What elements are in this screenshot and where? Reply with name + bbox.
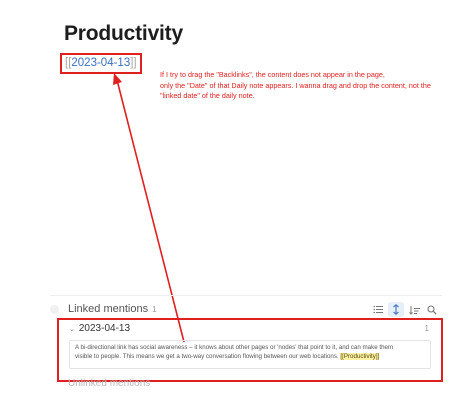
linked-mentions-count: 1 xyxy=(152,305,157,314)
reference-text-line: A bi-directional link has social awarene… xyxy=(75,344,394,351)
reference-date[interactable]: 2023-04-13 xyxy=(79,323,130,334)
section-divider xyxy=(50,295,442,296)
reference-block[interactable]: A bi-directional link has social awarene… xyxy=(69,340,431,369)
reference-text: visible to people. This means we get a t… xyxy=(75,353,341,360)
reference-count: 1 xyxy=(424,324,429,333)
annotation-arrowhead xyxy=(113,73,122,85)
search-icon[interactable] xyxy=(424,302,440,317)
filter-icon[interactable] xyxy=(406,302,422,317)
collapse-toggle[interactable] xyxy=(50,305,59,314)
linked-mentions-header: Linked mentions 1 xyxy=(50,302,440,318)
linked-reference-group: ⌄ 2023-04-13 1 A bi-directional link has… xyxy=(57,318,443,382)
productivity-link[interactable]: [[Productivity]] xyxy=(340,353,380,360)
chevron-down-icon[interactable]: ⌄ xyxy=(69,325,75,333)
reference-text-line-2: visible to people. This means we get a t… xyxy=(75,352,425,361)
reference-page-title[interactable]: ⌄ 2023-04-13 xyxy=(69,323,130,334)
linked-mentions-title: Linked mentions xyxy=(68,303,149,315)
list-icon[interactable] xyxy=(370,302,386,317)
linked-mentions-toolbar xyxy=(370,302,440,317)
unlinked-mentions-title[interactable]: Unlinked mentions xyxy=(68,378,150,389)
linked-mentions-title-row: Linked mentions 1 xyxy=(68,303,157,315)
sort-icon[interactable] xyxy=(388,302,404,317)
